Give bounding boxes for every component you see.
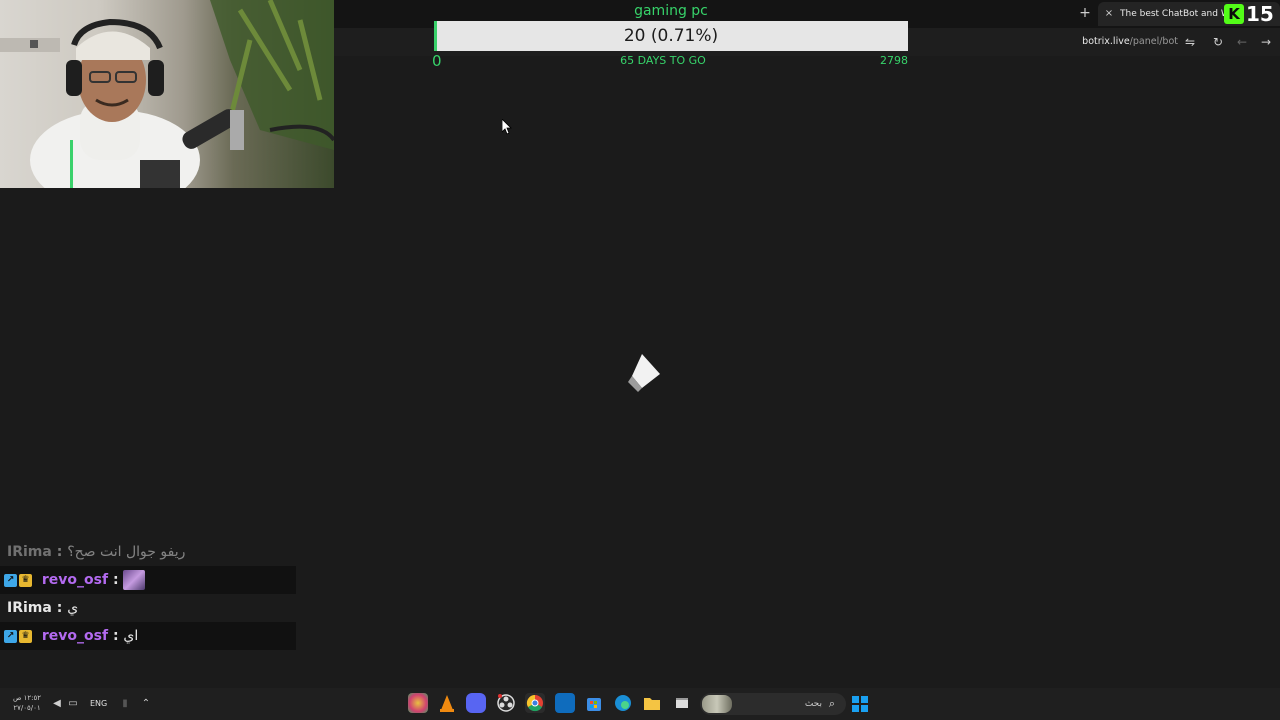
store-icon[interactable] — [584, 693, 604, 713]
chat-emote — [123, 570, 146, 590]
loading-logo-icon — [628, 354, 660, 392]
chat-username: IRima — [7, 600, 52, 616]
photo-app-icon[interactable] — [408, 693, 428, 713]
obs-icon[interactable] — [496, 693, 516, 713]
vip-crown-icon: ♛ — [19, 629, 32, 643]
chat-separator: : — [56, 600, 63, 616]
volume-icon[interactable]: ◀ — [50, 697, 64, 711]
goal-target-value: 2798 — [880, 54, 908, 67]
new-tab-button[interactable]: + — [1078, 5, 1092, 21]
goal-start-value: 0 — [432, 52, 442, 70]
mouse-cursor-icon — [502, 119, 512, 135]
chat-message: IRima : ريفو جوال انت صح؟ — [0, 538, 296, 566]
taskbar — [0, 688, 1280, 720]
url-field[interactable]: botrix.live/panel/bot — [1062, 34, 1178, 50]
search-highlight-image — [702, 695, 732, 713]
chat-message: IRima : ي — [0, 594, 296, 622]
chat-text: اي — [123, 628, 139, 644]
edge-icon[interactable] — [613, 693, 633, 713]
chevron-up-icon[interactable]: ⌃ — [139, 697, 153, 711]
goal-progress-bar: 20 (0.71%) — [434, 21, 908, 51]
moderator-icon: ↗ — [4, 573, 17, 587]
kick-logo-icon: K — [1224, 4, 1244, 24]
url-host: botrix.live — [1082, 36, 1130, 47]
tab-close-button[interactable]: × — [1102, 2, 1116, 26]
search-placeholder: بحث — [804, 699, 822, 709]
tab-title: The best ChatBot and Widgets — [1120, 9, 1238, 19]
forward-arrow-icon[interactable]: → — [1258, 34, 1274, 50]
chat-username: IRima — [7, 544, 52, 560]
file-explorer-icon[interactable] — [642, 693, 662, 713]
chat-message: ↗ ♛ revo_osf : اي — [0, 622, 296, 650]
kick-viewer-count: 15 — [1246, 2, 1274, 26]
site-settings-icon[interactable]: ⇋ — [1182, 34, 1198, 50]
clock-date: ٢٧/٠٥/٠١ — [13, 704, 41, 712]
outlook-icon[interactable] — [555, 693, 575, 713]
goal-days-left: 65 DAYS TO GO — [620, 54, 706, 67]
chat-text: ريفو جوال انت صح؟ — [67, 544, 186, 560]
vip-crown-icon: ♛ — [19, 573, 32, 587]
chat-text: ي — [67, 600, 79, 616]
clock-time: ١٢:٥٢ ص — [12, 694, 42, 702]
chat-username: revo_osf — [41, 628, 109, 644]
chat-message: ↗ ♛ revo_osf : — [0, 566, 296, 594]
app-window-icon[interactable] — [672, 693, 692, 713]
chrome-icon[interactable] — [525, 693, 545, 713]
url-path: /panel/bot — [1129, 36, 1178, 47]
chat-separator: : — [56, 544, 63, 560]
webcam-feed — [0, 0, 334, 188]
network-icon[interactable]: ▭ — [66, 697, 80, 711]
goal-progress-text: 20 (0.71%) — [623, 26, 719, 46]
vlc-icon[interactable] — [437, 693, 457, 713]
language-indicator[interactable]: ENG — [90, 697, 107, 711]
chat-separator: : — [112, 628, 119, 644]
search-icon: ⌕ — [828, 697, 836, 710]
goal-title: gaming pc — [634, 3, 708, 19]
microphone-icon[interactable]: ▮ — [118, 697, 132, 711]
chat-separator: : — [112, 572, 119, 588]
moderator-icon: ↗ — [4, 629, 17, 643]
chat-overlay: IRima : ريفو جوال انت صح؟ ↗ ♛ revo_osf : … — [0, 538, 296, 650]
reload-icon[interactable]: ↻ — [1210, 34, 1226, 50]
back-arrow-icon[interactable]: ← — [1234, 34, 1250, 50]
clock[interactable]: ١٢:٥٢ ص ٢٧/٠٥/٠١ — [10, 693, 44, 713]
discord-icon[interactable] — [466, 693, 486, 713]
windows-start-icon[interactable] — [852, 696, 868, 712]
chat-username: revo_osf — [41, 572, 109, 588]
